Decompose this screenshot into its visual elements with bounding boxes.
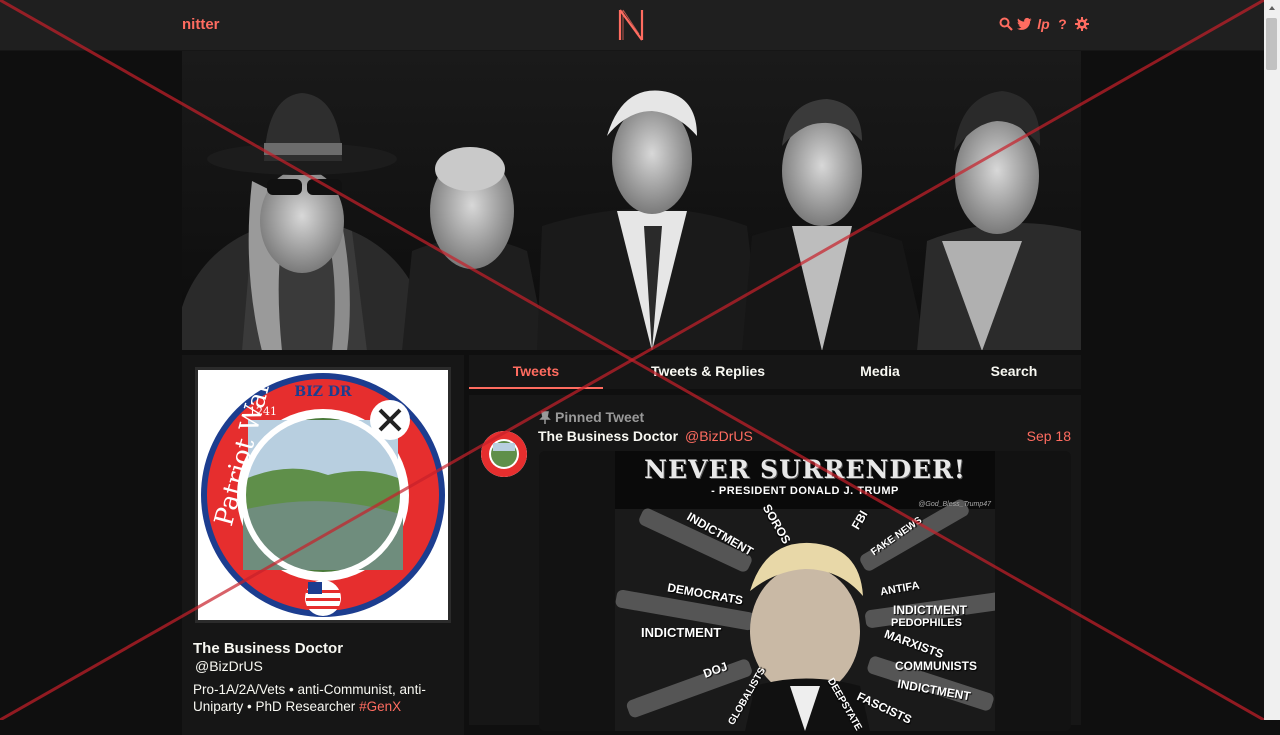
tab-tweets[interactable]: Tweets — [469, 355, 603, 389]
twitter-bird-icon[interactable] — [1017, 16, 1032, 32]
poster-word: COMMUNISTS — [895, 659, 977, 673]
poster-credit: @God_Bless_Trump47 — [918, 501, 991, 508]
tweet-date[interactable]: Sep 18 — [1027, 428, 1071, 444]
nitter-logo-icon[interactable] — [617, 8, 645, 42]
nav-icon-group: lp ? — [998, 16, 1089, 32]
tab-search[interactable]: Search — [961, 355, 1067, 389]
profile-card: BIZ DR 1241 Patriot Warriors The Busines… — [182, 355, 464, 735]
rss-icon[interactable]: lp — [1036, 16, 1051, 32]
pinned-tweet-label: Pinned Tweet — [539, 409, 644, 425]
timeline: Pinned Tweet The Business Doctor @BizDrU… — [469, 395, 1081, 731]
search-icon[interactable] — [998, 16, 1013, 32]
profile-handle[interactable]: @BizDrUS — [195, 658, 263, 674]
pinned-text: Pinned Tweet — [555, 409, 645, 425]
tweet-image[interactable]: NEVER SURRENDER! - PRESIDENT DONALD J. T… — [615, 451, 995, 731]
poster-subtitle: - PRESIDENT DONALD J. TRUMP — [711, 485, 899, 497]
poster-title: NEVER SURRENDER! — [644, 455, 966, 484]
scroll-up-arrow-icon[interactable] — [1264, 0, 1280, 16]
scrollbar-thumb[interactable] — [1266, 18, 1277, 70]
profile-banner[interactable] — [182, 51, 1081, 350]
tweet-author-handle[interactable]: @BizDrUS — [685, 428, 753, 444]
patriot-warriors-badge-icon — [481, 431, 527, 477]
tab-tweets-and-replies[interactable]: Tweets & Replies — [633, 355, 783, 389]
tweet-author-name[interactable]: The Business Doctor — [538, 428, 678, 444]
poster-word: PEDOPHILES — [891, 617, 962, 629]
banner-photo — [182, 51, 1081, 350]
pin-icon — [539, 410, 551, 424]
nitter-home-link[interactable]: nitter — [182, 16, 220, 33]
gear-icon[interactable] — [1074, 16, 1089, 32]
timeline-tabs: Tweets Tweets & Replies Media Search — [469, 355, 1081, 389]
top-navbar: nitter lp ? — [0, 0, 1264, 51]
bio-hashtag-link[interactable]: #GenX — [359, 699, 401, 714]
tweet-media[interactable]: NEVER SURRENDER! - PRESIDENT DONALD J. T… — [539, 451, 1071, 731]
help-icon[interactable]: ? — [1055, 16, 1070, 32]
poster-word: INDICTMENT — [641, 625, 722, 640]
tweet-author-avatar[interactable] — [481, 431, 527, 477]
poster-word: INDICTMENT — [893, 603, 967, 617]
profile-display-name[interactable]: The Business Doctor — [193, 640, 343, 657]
profile-avatar[interactable]: BIZ DR 1241 Patriot Warriors — [195, 367, 451, 623]
tab-media[interactable]: Media — [829, 355, 931, 389]
profile-bio: Pro-1A/2A/Vets • anti-Communist, anti-Un… — [193, 681, 455, 715]
svg-text:BIZ DR: BIZ DR — [294, 384, 352, 400]
patriot-warriors-badge-icon: BIZ DR 1241 Patriot Warriors — [201, 370, 445, 617]
page-scrollbar[interactable] — [1264, 0, 1280, 720]
